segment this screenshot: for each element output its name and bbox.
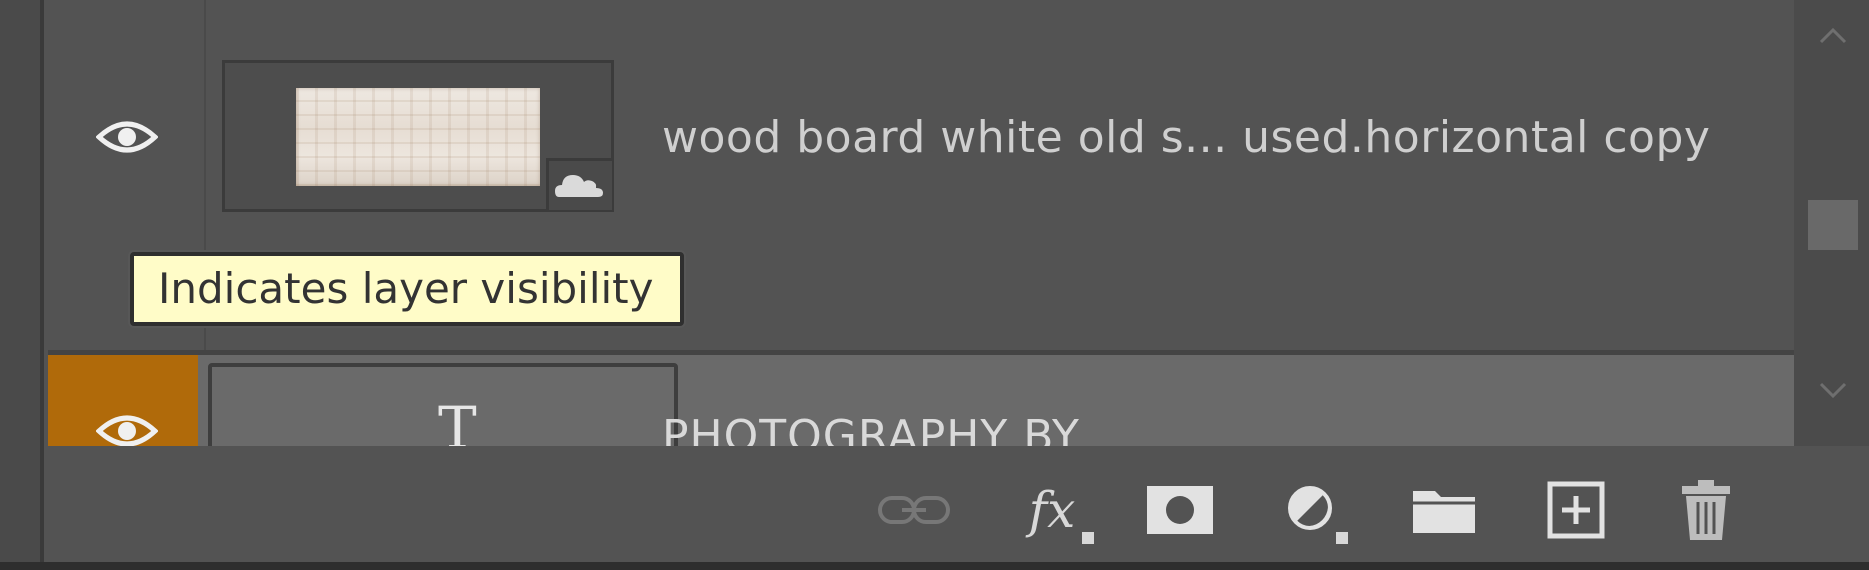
layer-name-wood-board[interactable]: wood board white old s... used.horizonta… xyxy=(662,112,1710,163)
text-layer-glyph: T xyxy=(438,394,477,446)
chevron-up-icon[interactable] xyxy=(1818,26,1848,46)
panel-left-edge xyxy=(0,0,44,570)
folder-icon[interactable] xyxy=(1404,470,1484,550)
new-layer-icon[interactable] xyxy=(1536,470,1616,550)
wood-texture-thumbnail xyxy=(296,88,540,186)
thumbnail-gap xyxy=(518,367,658,387)
panel-bottom-border xyxy=(0,562,1869,570)
layer-mask-icon[interactable] xyxy=(1140,470,1220,550)
trash-icon[interactable] xyxy=(1666,470,1746,550)
scrollbar-thumb[interactable] xyxy=(1808,200,1858,250)
cloud-icon xyxy=(546,158,612,210)
layer-visibility-eye-icon[interactable] xyxy=(95,117,159,157)
fx-button[interactable]: fx xyxy=(1012,470,1094,550)
layer-row-photography-by[interactable]: T PHOTOGRAPHY BY xyxy=(48,355,1794,446)
fx-label: fx xyxy=(1028,481,1076,539)
layer-visibility-eye-icon[interactable] xyxy=(95,411,159,446)
link-icon[interactable] xyxy=(874,470,954,550)
chevron-down-icon[interactable] xyxy=(1818,380,1848,400)
submenu-indicator-icon xyxy=(1336,532,1348,544)
tooltip: Indicates layer visibility xyxy=(130,252,684,326)
submenu-indicator-icon xyxy=(1082,532,1094,544)
adjustment-layer-icon[interactable] xyxy=(1272,470,1352,550)
layer-name-photography-by[interactable]: PHOTOGRAPHY BY xyxy=(662,411,1080,446)
